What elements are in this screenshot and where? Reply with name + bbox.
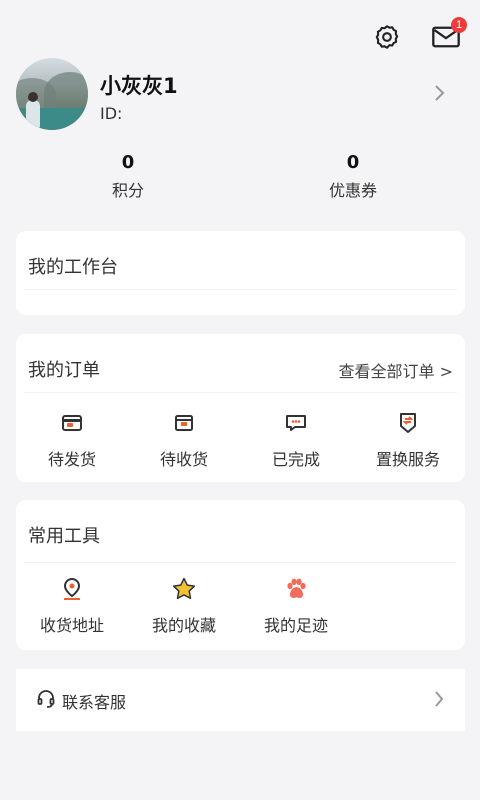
view-all-orders-link[interactable]: 查看全部订单 > [339, 358, 454, 382]
points-stat[interactable]: 0 积分 [68, 152, 188, 201]
gear-icon [375, 25, 399, 49]
workbench-title: 我的工作台 [28, 257, 118, 278]
order-pending-receipt-label: 待收货 [159, 450, 208, 469]
star-icon [172, 577, 196, 600]
chevron-right-icon[interactable] [432, 82, 446, 104]
user-id-label: ID: [100, 104, 123, 123]
settings-button[interactable] [370, 20, 404, 54]
tool-favorites[interactable]: 我的收藏 [128, 576, 240, 636]
order-completed-label: 已完成 [271, 450, 320, 469]
exchange-icon [400, 413, 416, 433]
chevron-right-icon [435, 691, 444, 707]
customer-service-label: 联系客服 [62, 693, 127, 712]
top-bar: 1 [0, 17, 480, 58]
tool-footprints[interactable]: 我的足迹 [240, 576, 352, 636]
tool-footprints-label: 我的足迹 [263, 616, 328, 635]
order-pending-shipment-label: 待发货 [47, 450, 96, 469]
messages-button[interactable]: 1 [429, 17, 467, 54]
order-completed[interactable]: 已完成 [240, 410, 352, 470]
message-badge: 1 [451, 17, 467, 33]
points-label: 积分 [111, 181, 144, 200]
divider [24, 562, 457, 563]
coupons-value: 0 [346, 152, 360, 173]
tool-shipping-address-label: 收货地址 [39, 616, 104, 635]
coupons-label: 优惠券 [328, 181, 377, 200]
orders-card: 我的订单 查看全部订单 > 待发货 待收货 已完成 置换服务 [16, 334, 465, 482]
package-icon [175, 415, 193, 431]
coupons-stat[interactable]: 0 优惠券 [293, 152, 413, 201]
customer-service-row[interactable]: 联系客服 [16, 669, 465, 731]
profile-section[interactable]: 小灰灰1 ID: [16, 58, 464, 132]
tool-favorites-label: 我的收藏 [151, 616, 216, 635]
order-pending-shipment[interactable]: 待发货 [16, 410, 128, 470]
divider [24, 289, 457, 290]
avatar[interactable] [16, 58, 88, 130]
orders-title: 我的订单 [28, 360, 100, 381]
stats-row: 0 积分 0 优惠券 [0, 152, 480, 202]
chat-bubble-icon [286, 415, 306, 431]
location-icon [63, 577, 81, 600]
order-exchange-service[interactable]: 置换服务 [352, 410, 464, 470]
paw-icon [287, 578, 306, 598]
tools-title: 常用工具 [28, 526, 100, 547]
workbench-card: 我的工作台 [16, 231, 465, 315]
tool-shipping-address[interactable]: 收货地址 [16, 576, 128, 636]
divider [24, 392, 457, 393]
order-pending-receipt[interactable]: 待收货 [128, 410, 240, 470]
headset-icon [37, 690, 55, 708]
username: 小灰灰1 [100, 74, 178, 98]
order-exchange-service-label: 置换服务 [375, 450, 440, 469]
tools-card: 常用工具 收货地址 我的收藏 我的足迹 [16, 500, 465, 650]
points-value: 0 [121, 152, 135, 173]
wallet-icon [62, 415, 82, 431]
